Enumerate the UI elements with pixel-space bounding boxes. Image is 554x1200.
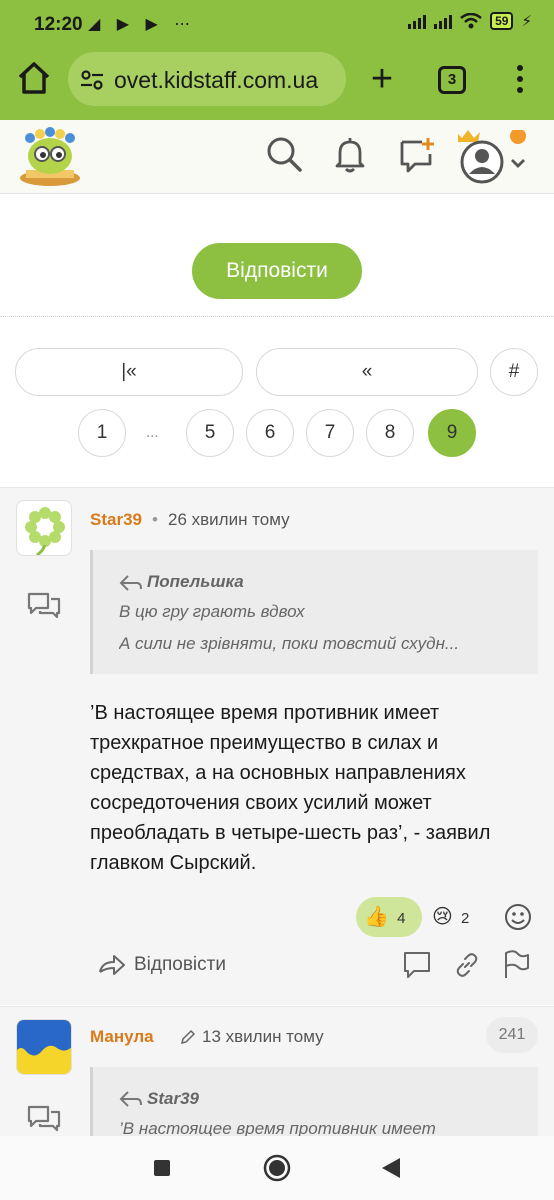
comment-icon[interactable] bbox=[402, 950, 432, 980]
page-5-button[interactable]: 5 bbox=[186, 409, 234, 457]
address-bar[interactable]: ovet.kidstaff.com.ua bbox=[68, 52, 346, 106]
post-author[interactable]: Star39 bbox=[90, 510, 142, 530]
ukraine-flag-avatar-icon bbox=[17, 1020, 71, 1074]
quote-line: А сили не зрівняти, поки товстий схудн..… bbox=[119, 634, 460, 653]
prev-page-button[interactable]: « bbox=[256, 348, 478, 396]
reply-arrow-icon bbox=[119, 1091, 142, 1107]
post-body: ’В настоящее время противник имеет трехк… bbox=[90, 702, 491, 874]
signal-icon bbox=[408, 13, 427, 29]
home-icon[interactable] bbox=[14, 58, 54, 98]
reply-arrow-icon[interactable] bbox=[98, 952, 126, 978]
notification-icons: ◢ ▶ ▶ ⋯ bbox=[88, 16, 197, 33]
status-bar: 12:20 ◢ ▶ ▶ ⋯ 59 ⚡ bbox=[0, 0, 554, 48]
status-time: 12:20 bbox=[34, 14, 83, 35]
page-7-button[interactable]: 7 bbox=[306, 409, 354, 457]
user-menu[interactable] bbox=[456, 128, 530, 186]
charging-icon: ⚡ bbox=[521, 13, 532, 30]
new-message-icon[interactable] bbox=[398, 134, 438, 174]
site-settings-icon[interactable] bbox=[80, 69, 104, 91]
post-time[interactable]: 26 хвилин тому bbox=[168, 510, 290, 530]
browser-menu-icon[interactable] bbox=[508, 62, 532, 98]
page-8-button[interactable]: 8 bbox=[366, 409, 414, 457]
bell-icon[interactable] bbox=[330, 134, 370, 174]
post-quote[interactable]: Попельшка В цю гру грають вдвох А сили н… bbox=[90, 550, 538, 674]
system-nav-bar bbox=[0, 1136, 554, 1200]
user-avatar-icon[interactable] bbox=[456, 128, 530, 186]
recents-icon[interactable] bbox=[152, 1158, 172, 1178]
first-page-button[interactable]: |« bbox=[15, 348, 243, 396]
author-avatar[interactable] bbox=[16, 500, 72, 556]
url-text[interactable]: ovet.kidstaff.com.ua bbox=[114, 67, 340, 94]
chat-icon[interactable] bbox=[26, 1103, 62, 1133]
jump-to-page-button[interactable]: # bbox=[490, 348, 538, 396]
reply-button[interactable]: Відповісти bbox=[192, 243, 362, 299]
site-header bbox=[0, 120, 554, 194]
wifi-icon bbox=[460, 13, 482, 29]
page-strip bbox=[0, 194, 554, 214]
browser-chrome: 12:20 ◢ ▶ ▶ ⋯ 59 ⚡ ovet.kidstaff.com.ua … bbox=[0, 0, 554, 120]
signal-icon-2 bbox=[434, 13, 453, 29]
tab-switcher-button[interactable]: 3 bbox=[438, 66, 466, 94]
reaction-count: 2 bbox=[461, 910, 470, 927]
edit-pencil-icon bbox=[180, 1029, 196, 1045]
quote-author[interactable]: Star39 bbox=[147, 1089, 199, 1109]
chat-icon[interactable] bbox=[26, 590, 62, 620]
report-flag-icon[interactable] bbox=[502, 950, 530, 980]
sad-reaction[interactable]: 😢 2 bbox=[432, 897, 482, 937]
reaction-count: 4 bbox=[397, 910, 406, 927]
divider bbox=[0, 316, 554, 317]
quote-line: В цю гру грають вдвох bbox=[119, 602, 305, 621]
site-logo[interactable] bbox=[16, 126, 84, 188]
post-quote[interactable]: Star39 ’В настоящее время противник имее… bbox=[90, 1067, 538, 1147]
author-avatar[interactable] bbox=[16, 1019, 72, 1075]
meta-separator: • bbox=[152, 510, 158, 529]
post-author[interactable]: Манула bbox=[90, 1027, 154, 1047]
link-icon[interactable] bbox=[454, 952, 480, 978]
pagination-ellipsis: ... bbox=[146, 424, 159, 441]
crying-face-icon: 😢 bbox=[432, 906, 453, 928]
page-6-button[interactable]: 6 bbox=[246, 409, 294, 457]
post-number-badge[interactable]: 241 bbox=[486, 1017, 538, 1053]
search-icon[interactable] bbox=[264, 134, 304, 174]
post-actions: Відповісти bbox=[0, 946, 554, 986]
post: Star39 • 26 хвилин тому Попельшка В цю г… bbox=[0, 487, 554, 1005]
flower-avatar-icon bbox=[25, 507, 65, 555]
new-tab-button[interactable]: + bbox=[362, 60, 402, 100]
like-reaction[interactable]: 👍 4 bbox=[356, 897, 422, 937]
quote-author[interactable]: Попельшка bbox=[147, 572, 244, 592]
reply-arrow-icon bbox=[119, 575, 142, 591]
back-nav-icon[interactable] bbox=[380, 1156, 402, 1180]
thumbs-up-icon: 👍 bbox=[364, 906, 389, 928]
battery-icon: 59 bbox=[490, 12, 514, 30]
home-nav-icon[interactable] bbox=[263, 1154, 291, 1182]
post: Манула 13 хвилин тому 241 Star39 ’В наст… bbox=[0, 1006, 554, 1147]
add-reaction-icon[interactable] bbox=[504, 903, 532, 931]
page-1-button[interactable]: 1 bbox=[78, 409, 126, 457]
post-time[interactable]: 13 хвилин тому bbox=[202, 1027, 324, 1047]
status-right: 59 ⚡ bbox=[408, 12, 532, 30]
page-9-button[interactable]: 9 bbox=[428, 409, 476, 457]
reply-link[interactable]: Відповісти bbox=[134, 954, 226, 976]
